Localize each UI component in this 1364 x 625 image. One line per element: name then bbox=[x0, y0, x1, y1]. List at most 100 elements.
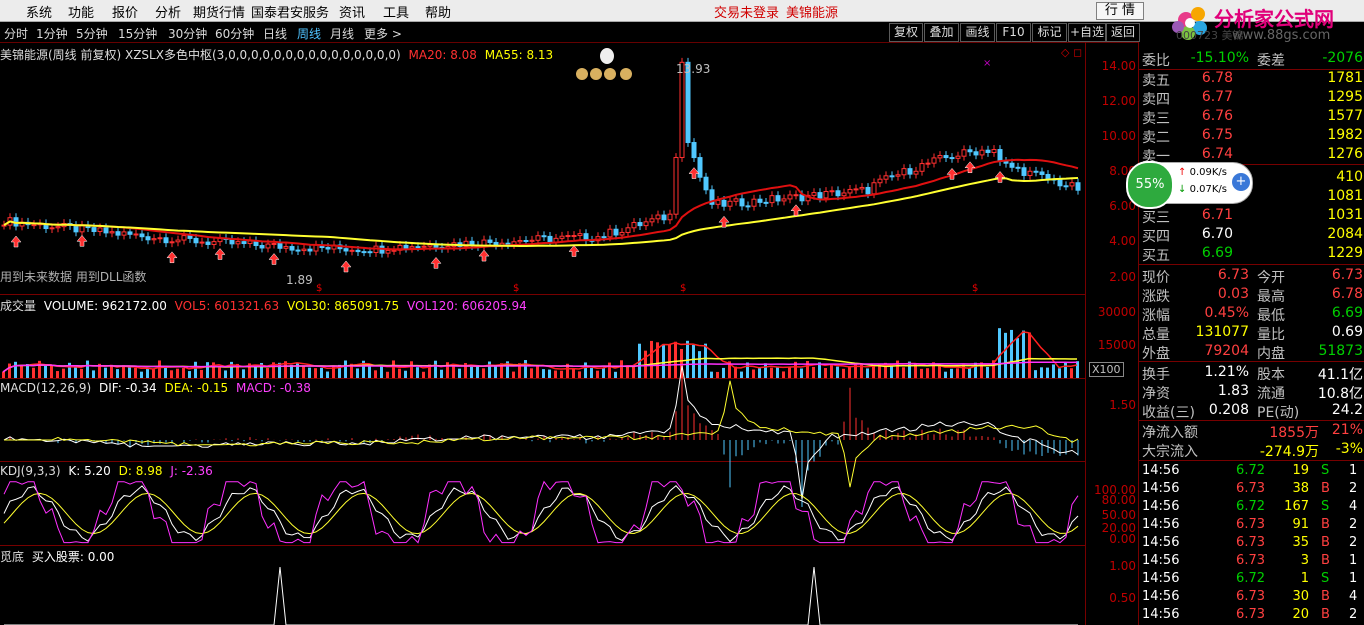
volume-title: 成交量 bbox=[0, 299, 37, 313]
ask-price[interactable]: 6.76 bbox=[1179, 108, 1233, 124]
period-toolbar: 分时 1分钟 5分钟 15分钟 30分钟 60分钟 日线 周线 月线 更多 > … bbox=[0, 22, 1140, 43]
menu-function[interactable]: 功能 bbox=[68, 2, 94, 21]
rabbit-icon[interactable] bbox=[574, 42, 640, 82]
candle-body bbox=[883, 175, 889, 180]
y-tick: 1.00 bbox=[1109, 559, 1136, 573]
stat-value: 0.45% bbox=[1204, 305, 1249, 321]
ask-price[interactable]: 6.74 bbox=[1179, 146, 1233, 162]
candle-body bbox=[361, 251, 367, 254]
volume-bar bbox=[548, 369, 551, 378]
candle-body bbox=[955, 155, 961, 159]
period-more[interactable]: 更多 > bbox=[364, 25, 402, 42]
volume-bar bbox=[572, 368, 575, 378]
period-fenshi[interactable]: 分时 bbox=[4, 25, 28, 42]
mark-button[interactable]: 标记 bbox=[1032, 23, 1067, 42]
volume-bar bbox=[242, 369, 245, 378]
menu-help[interactable]: 帮助 bbox=[425, 2, 451, 21]
menu-futures[interactable]: 期货行情 bbox=[193, 2, 245, 21]
speed-plus-icon[interactable]: + bbox=[1232, 173, 1250, 191]
menu-news[interactable]: 资讯 bbox=[339, 2, 365, 21]
tick-row: 14:56 6.73 3 B 1 bbox=[1139, 553, 1364, 571]
menu-analysis[interactable]: 分析 bbox=[155, 2, 181, 21]
menu-tools[interactable]: 工具 bbox=[383, 2, 409, 21]
back-button[interactable]: 返回 bbox=[1106, 23, 1140, 42]
volume-bar bbox=[50, 365, 53, 378]
period-1min[interactable]: 1分钟 bbox=[36, 25, 68, 42]
stat-row: 涨跌 0.03 最高 6.78 bbox=[1139, 286, 1364, 305]
kline-chart-area[interactable] bbox=[0, 42, 1085, 625]
tick-count: 2 bbox=[1349, 517, 1358, 532]
candle-body bbox=[781, 198, 787, 202]
fuquan-button[interactable]: 复权 bbox=[889, 23, 923, 42]
volume-bars bbox=[2, 328, 1079, 378]
volume-bar bbox=[668, 344, 671, 378]
tick-time: 14:56 bbox=[1142, 535, 1180, 550]
candle-body bbox=[793, 194, 799, 197]
period-daily[interactable]: 日线 bbox=[263, 25, 287, 42]
bid-price[interactable]: 6.69 bbox=[1179, 245, 1233, 261]
menu-system[interactable]: 系统 bbox=[26, 2, 52, 21]
period-weekly[interactable]: 周线 bbox=[297, 25, 321, 42]
f10-button[interactable]: F10 bbox=[996, 23, 1031, 42]
bid-price[interactable]: 6.71 bbox=[1179, 207, 1233, 223]
ask-row: 卖二 6.75 1982 bbox=[1139, 127, 1364, 146]
y-tick: 30000 bbox=[1097, 305, 1136, 319]
quote-button[interactable]: 行 情 bbox=[1096, 2, 1144, 20]
candle-body bbox=[571, 235, 577, 238]
bid-volume: 2084 bbox=[1327, 226, 1363, 242]
upload-arrow-icon: ↑ bbox=[1178, 167, 1187, 178]
volume-bar bbox=[1076, 361, 1079, 378]
add-favorite-button[interactable]: +自选 bbox=[1068, 23, 1106, 42]
volume-bar bbox=[458, 368, 461, 378]
volume-bar bbox=[812, 366, 815, 378]
candle-body bbox=[841, 192, 847, 197]
stat-row: 外盘 79204 内盘 51873 bbox=[1139, 343, 1364, 362]
volume-bar bbox=[404, 370, 407, 378]
buy-arrow-icon bbox=[568, 245, 580, 257]
period-monthly[interactable]: 月线 bbox=[330, 25, 354, 42]
period-30min[interactable]: 30分钟 bbox=[168, 25, 207, 42]
kdj-k-line bbox=[3, 485, 1079, 543]
period-15min[interactable]: 15分钟 bbox=[118, 25, 157, 42]
candle-body bbox=[133, 233, 139, 236]
candle-body bbox=[739, 198, 745, 207]
y-tick: 80.00 bbox=[1101, 493, 1136, 507]
volume-bar bbox=[590, 368, 593, 378]
candle-body bbox=[619, 231, 625, 236]
stat-value: 24.2 bbox=[1331, 402, 1363, 418]
overlay-button[interactable]: 叠加 bbox=[924, 23, 959, 42]
period-5min[interactable]: 5分钟 bbox=[76, 25, 108, 42]
candle-body bbox=[643, 221, 649, 227]
candle-body bbox=[679, 61, 685, 159]
bid-volume: 1031 bbox=[1327, 207, 1363, 223]
candle-body bbox=[1003, 160, 1009, 164]
menu-gtja-service[interactable]: 国泰君安服务 bbox=[251, 2, 329, 21]
speed-percent: 55% bbox=[1126, 161, 1174, 209]
draw-button[interactable]: 画线 bbox=[960, 23, 995, 42]
stat-value: 51873 bbox=[1318, 343, 1363, 359]
volume-bar bbox=[446, 362, 449, 378]
candle-body bbox=[769, 195, 775, 204]
stat-label: 今开 bbox=[1257, 270, 1285, 286]
bid-price[interactable]: 6.70 bbox=[1179, 226, 1233, 242]
period-60min[interactable]: 60分钟 bbox=[215, 25, 254, 42]
menu-quote[interactable]: 报价 bbox=[112, 2, 138, 21]
tick-time: 14:56 bbox=[1142, 517, 1180, 532]
ask-price[interactable]: 6.77 bbox=[1179, 89, 1233, 105]
net-speed-widget[interactable]: 55% ↑ 0.09K/s ↓ 0.07K/s + bbox=[1126, 161, 1253, 209]
dividend-marker-icon: $ bbox=[680, 283, 687, 294]
y-tick: 0.50 bbox=[1109, 591, 1136, 605]
volume-bar bbox=[740, 371, 743, 378]
buy-arrow-icon bbox=[478, 249, 490, 262]
stat-label: 最低 bbox=[1257, 308, 1285, 324]
volume-bar bbox=[830, 363, 833, 378]
ask-price[interactable]: 6.78 bbox=[1179, 70, 1233, 86]
tick-row: 14:56 6.72 19 S 1 bbox=[1139, 463, 1364, 481]
candle-body bbox=[157, 237, 163, 240]
tick-side: B bbox=[1321, 517, 1330, 532]
ask-price[interactable]: 6.75 bbox=[1179, 127, 1233, 143]
candle-body bbox=[655, 214, 661, 220]
candle-body bbox=[523, 240, 529, 243]
trade-status[interactable]: 交易未登录 bbox=[714, 2, 779, 21]
tick-row: 14:56 6.73 38 B 2 bbox=[1139, 481, 1364, 499]
